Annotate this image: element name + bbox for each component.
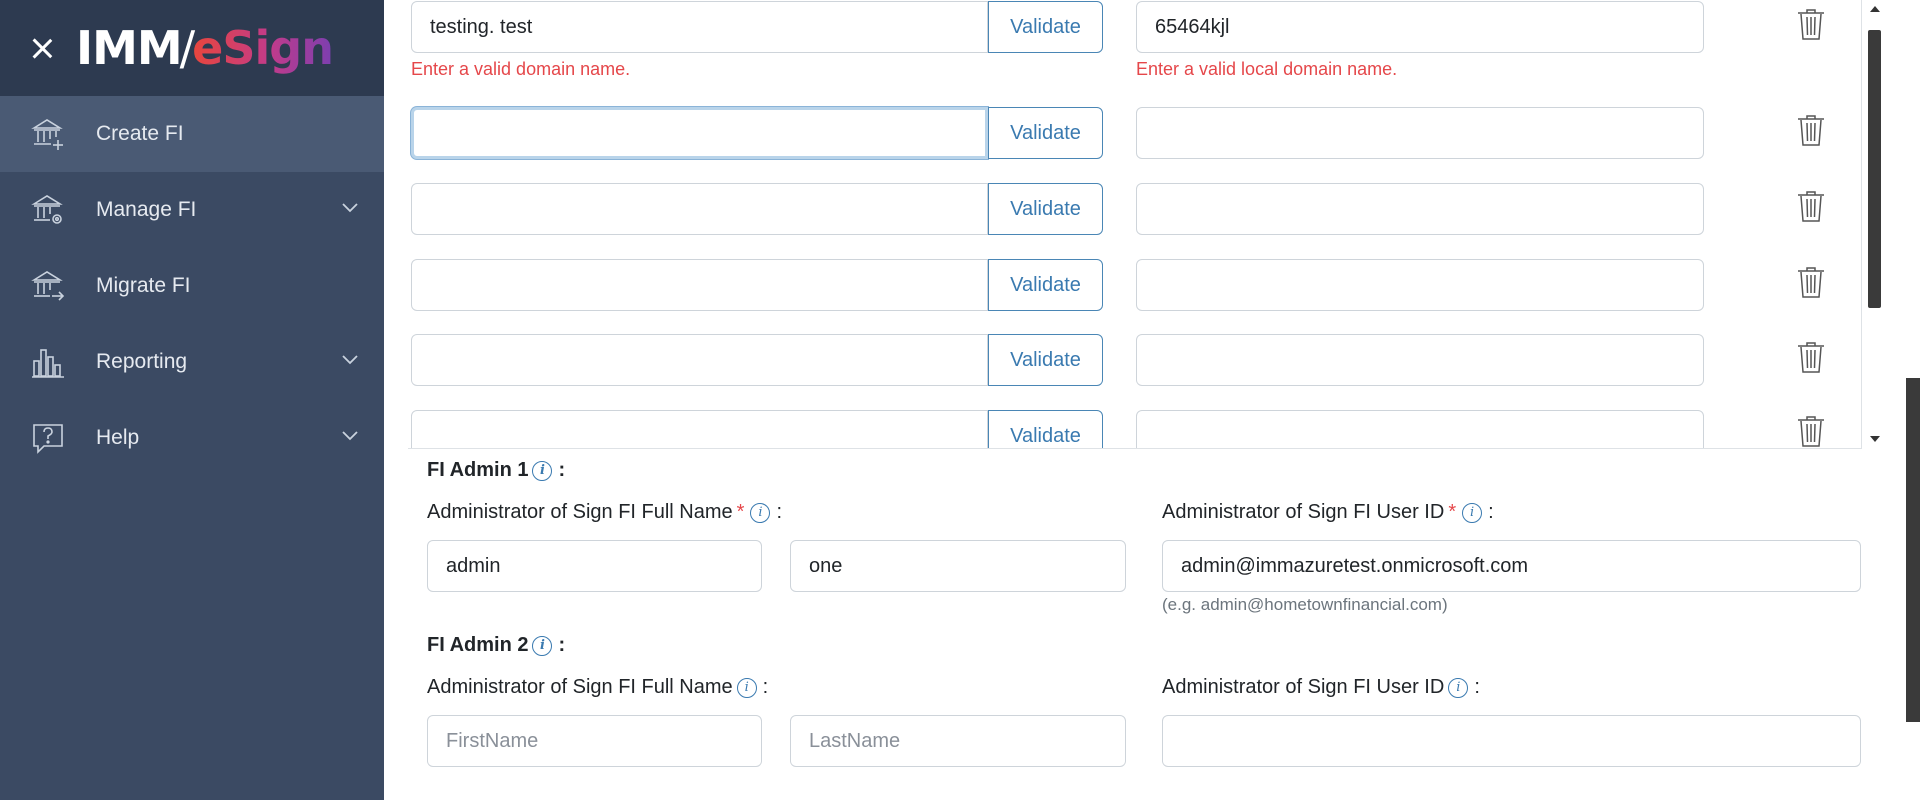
domain-row: Validate (408, 259, 1848, 311)
sidebar-item-label: Help (96, 426, 140, 449)
close-icon[interactable] (28, 34, 56, 62)
admin2-user-id-input[interactable] (1162, 715, 1861, 767)
trash-icon[interactable] (1796, 7, 1826, 41)
domain-input-group: Validate (411, 1, 1103, 53)
sidebar-item-migrate-fi[interactable]: Migrate FI (0, 248, 384, 324)
domain-input[interactable] (411, 410, 988, 448)
domain-row: Validate Enter a valid domain name. Ente… (408, 1, 1848, 79)
admin1-last-name-input[interactable] (790, 540, 1126, 592)
required-asterisk: * (736, 501, 745, 523)
info-icon[interactable]: i (532, 460, 553, 481)
domain-input-group: Validate (411, 259, 1103, 311)
domain-input[interactable] (411, 1, 988, 53)
validate-button[interactable]: Validate (988, 1, 1103, 53)
local-domain-input[interactable] (1136, 107, 1704, 159)
sidebar-item-help[interactable]: Help (0, 400, 384, 476)
scroll-down-arrow-icon[interactable] (1870, 436, 1880, 442)
scroll-up-arrow-icon[interactable] (1870, 6, 1880, 12)
validate-button[interactable]: Validate (988, 259, 1103, 311)
help-bubble-icon (30, 420, 66, 456)
domain-input[interactable] (411, 259, 988, 311)
validate-button[interactable]: Validate (988, 410, 1103, 448)
local-domain-input[interactable] (1136, 1, 1704, 53)
local-domain-input[interactable] (1136, 259, 1704, 311)
required-asterisk: * (1448, 501, 1457, 523)
domain-list-scroll-thumb[interactable] (1868, 30, 1881, 308)
admin1-user-id-label: Administrator of Sign FI User ID * i : (1162, 501, 1494, 523)
trash-icon[interactable] (1796, 113, 1826, 147)
bank-plus-icon (30, 116, 66, 152)
domain-input[interactable] (411, 334, 988, 386)
admin1-first-name-input[interactable] (427, 540, 762, 592)
domain-input[interactable] (411, 183, 988, 235)
admin1-user-id-hint: (e.g. admin@hometownfinancial.com) (1162, 595, 1448, 614)
domain-input[interactable] (411, 107, 988, 159)
validate-button[interactable]: Validate (988, 107, 1103, 159)
trash-icon[interactable] (1796, 340, 1826, 374)
bar-chart-icon (30, 344, 66, 380)
admin2-first-name-input[interactable] (427, 715, 762, 767)
info-icon[interactable]: i (736, 677, 757, 698)
local-domain-error-text: Enter a valid local domain name. (1136, 59, 1398, 79)
domain-list-panel: Validate Enter a valid domain name. Ente… (408, 0, 1862, 449)
domain-row: Validate (408, 183, 1848, 235)
trash-icon[interactable] (1796, 189, 1826, 223)
chevron-down-icon (342, 200, 358, 218)
domain-input-group: Validate (411, 107, 1103, 159)
domain-input-group: Validate (411, 410, 1103, 448)
sidebar-header: IMM / eSign (0, 0, 384, 96)
main-content: Validate Enter a valid domain name. Ente… (384, 0, 1904, 800)
logo: IMM / eSign (76, 21, 334, 75)
bank-gear-icon (30, 192, 66, 228)
local-domain-input[interactable] (1136, 183, 1704, 235)
sidebar-item-create-fi[interactable]: Create FI (0, 96, 384, 172)
local-domain-input[interactable] (1136, 334, 1704, 386)
sidebar-item-reporting[interactable]: Reporting (0, 324, 384, 400)
sidebar-item-manage-fi[interactable]: Manage FI (0, 172, 384, 248)
domain-row: Validate (408, 107, 1848, 159)
trash-icon[interactable] (1796, 265, 1826, 299)
admin1-full-name-label: Administrator of Sign FI Full Name * i : (427, 501, 783, 523)
sidebar-item-label: Manage FI (96, 198, 197, 221)
sidebar: IMM / eSign Create FI Manage FI Migrate … (0, 0, 384, 800)
admin2-last-name-input[interactable] (790, 715, 1126, 767)
domain-input-group: Validate (411, 334, 1103, 386)
trash-icon[interactable] (1796, 414, 1826, 448)
fi-admin-1-title: FI Admin 1 i : (427, 459, 566, 481)
admin2-full-name-label: Administrator of Sign FI Full Name i : (427, 676, 769, 698)
domain-input-group: Validate (411, 183, 1103, 235)
fi-admin-2-title: FI Admin 2 i : (427, 634, 566, 656)
admin1-user-id-input[interactable] (1162, 540, 1861, 592)
info-icon[interactable]: i (750, 502, 771, 523)
bank-arrow-icon (30, 268, 66, 304)
info-icon[interactable]: i (1448, 677, 1469, 698)
chevron-down-icon (342, 352, 358, 370)
local-domain-input[interactable] (1136, 410, 1704, 448)
info-icon[interactable]: i (1462, 502, 1483, 523)
info-icon[interactable]: i (532, 635, 553, 656)
validate-button[interactable]: Validate (988, 334, 1103, 386)
domain-row: Validate (408, 334, 1848, 386)
page-scroll-thumb[interactable] (1906, 378, 1920, 722)
domain-row: Validate (408, 410, 1848, 448)
validate-button[interactable]: Validate (988, 183, 1103, 235)
chevron-down-icon (342, 428, 358, 446)
domain-error-text: Enter a valid domain name. (411, 59, 631, 79)
sidebar-item-label: Reporting (96, 350, 188, 373)
sidebar-item-label: Create FI (96, 122, 184, 145)
sidebar-item-label: Migrate FI (96, 274, 191, 297)
admin2-user-id-label: Administrator of Sign FI User ID i : (1162, 676, 1480, 698)
